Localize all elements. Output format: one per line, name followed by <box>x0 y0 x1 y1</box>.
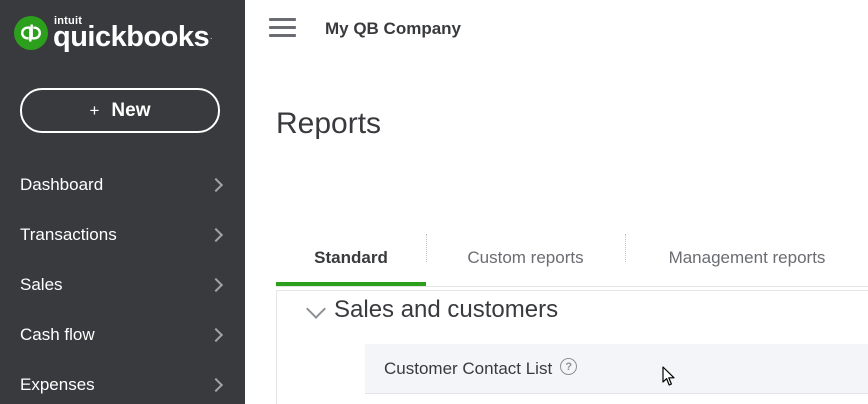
sidebar-item-dashboard[interactable]: Dashboard <box>0 160 245 210</box>
chevron-right-icon <box>208 177 224 193</box>
qb-logo-icon <box>14 16 48 50</box>
chevron-right-icon <box>208 277 224 293</box>
sidebar-item-label: Cash flow <box>20 325 95 344</box>
sidebar-nav: Dashboard Transactions Sales Cash flow E… <box>0 160 245 404</box>
hamburger-line <box>269 34 296 37</box>
tab-custom-reports[interactable]: Custom reports <box>426 230 625 286</box>
tabs-divider <box>276 286 868 287</box>
company-name[interactable]: My QB Company <box>325 19 461 39</box>
page-title: Reports <box>276 107 382 140</box>
logo-reg-mark: . <box>210 32 212 41</box>
help-circle-icon[interactable]: ? <box>560 358 578 375</box>
tab-label: Management reports <box>668 248 826 267</box>
tab-label: Standard <box>314 248 388 267</box>
chevron-right-icon <box>208 227 224 243</box>
hamburger-line <box>269 18 296 21</box>
tab-management-reports[interactable]: Management reports <box>625 230 868 286</box>
sidebar-item-label: Sales <box>20 275 63 294</box>
quickbooks-logo[interactable]: intuit quickbooks. <box>14 13 213 53</box>
report-tabs: Standard Custom reports Management repor… <box>276 230 868 286</box>
sidebar-item-transactions[interactable]: Transactions <box>0 210 245 260</box>
sidebar-item-cash-flow[interactable]: Cash flow <box>0 310 245 360</box>
report-link[interactable]: Customer Contact List <box>384 359 552 379</box>
logo-name: quickbooks <box>53 21 210 53</box>
sidebar-item-sales[interactable]: Sales <box>0 260 245 310</box>
sidebar: intuit quickbooks. + New Dashboard Trans… <box>0 0 245 404</box>
logo-wordmark: intuit quickbooks. <box>53 13 213 53</box>
report-row-customer-contact-list[interactable]: Customer Contact List ? <box>365 344 868 394</box>
tab-label: Custom reports <box>467 248 584 267</box>
plus-icon: + <box>89 100 100 120</box>
chevron-right-icon <box>208 377 224 393</box>
section-title[interactable]: Sales and customers <box>334 296 558 324</box>
chevron-right-icon <box>208 327 224 343</box>
sidebar-item-expenses[interactable]: Expenses <box>0 360 245 404</box>
mouse-pointer-icon <box>662 366 675 386</box>
sidebar-item-label: Dashboard <box>20 175 104 194</box>
hamburger-line <box>269 26 296 29</box>
logo-quickbooks-text: quickbooks. <box>53 22 212 52</box>
tab-standard[interactable]: Standard <box>276 230 426 286</box>
sidebar-item-label: Transactions <box>20 225 117 244</box>
sidebar-item-label: Expenses <box>20 375 95 394</box>
new-button[interactable]: + New <box>20 88 220 133</box>
hamburger-menu-icon[interactable] <box>269 18 296 38</box>
new-button-label: New <box>111 99 151 121</box>
